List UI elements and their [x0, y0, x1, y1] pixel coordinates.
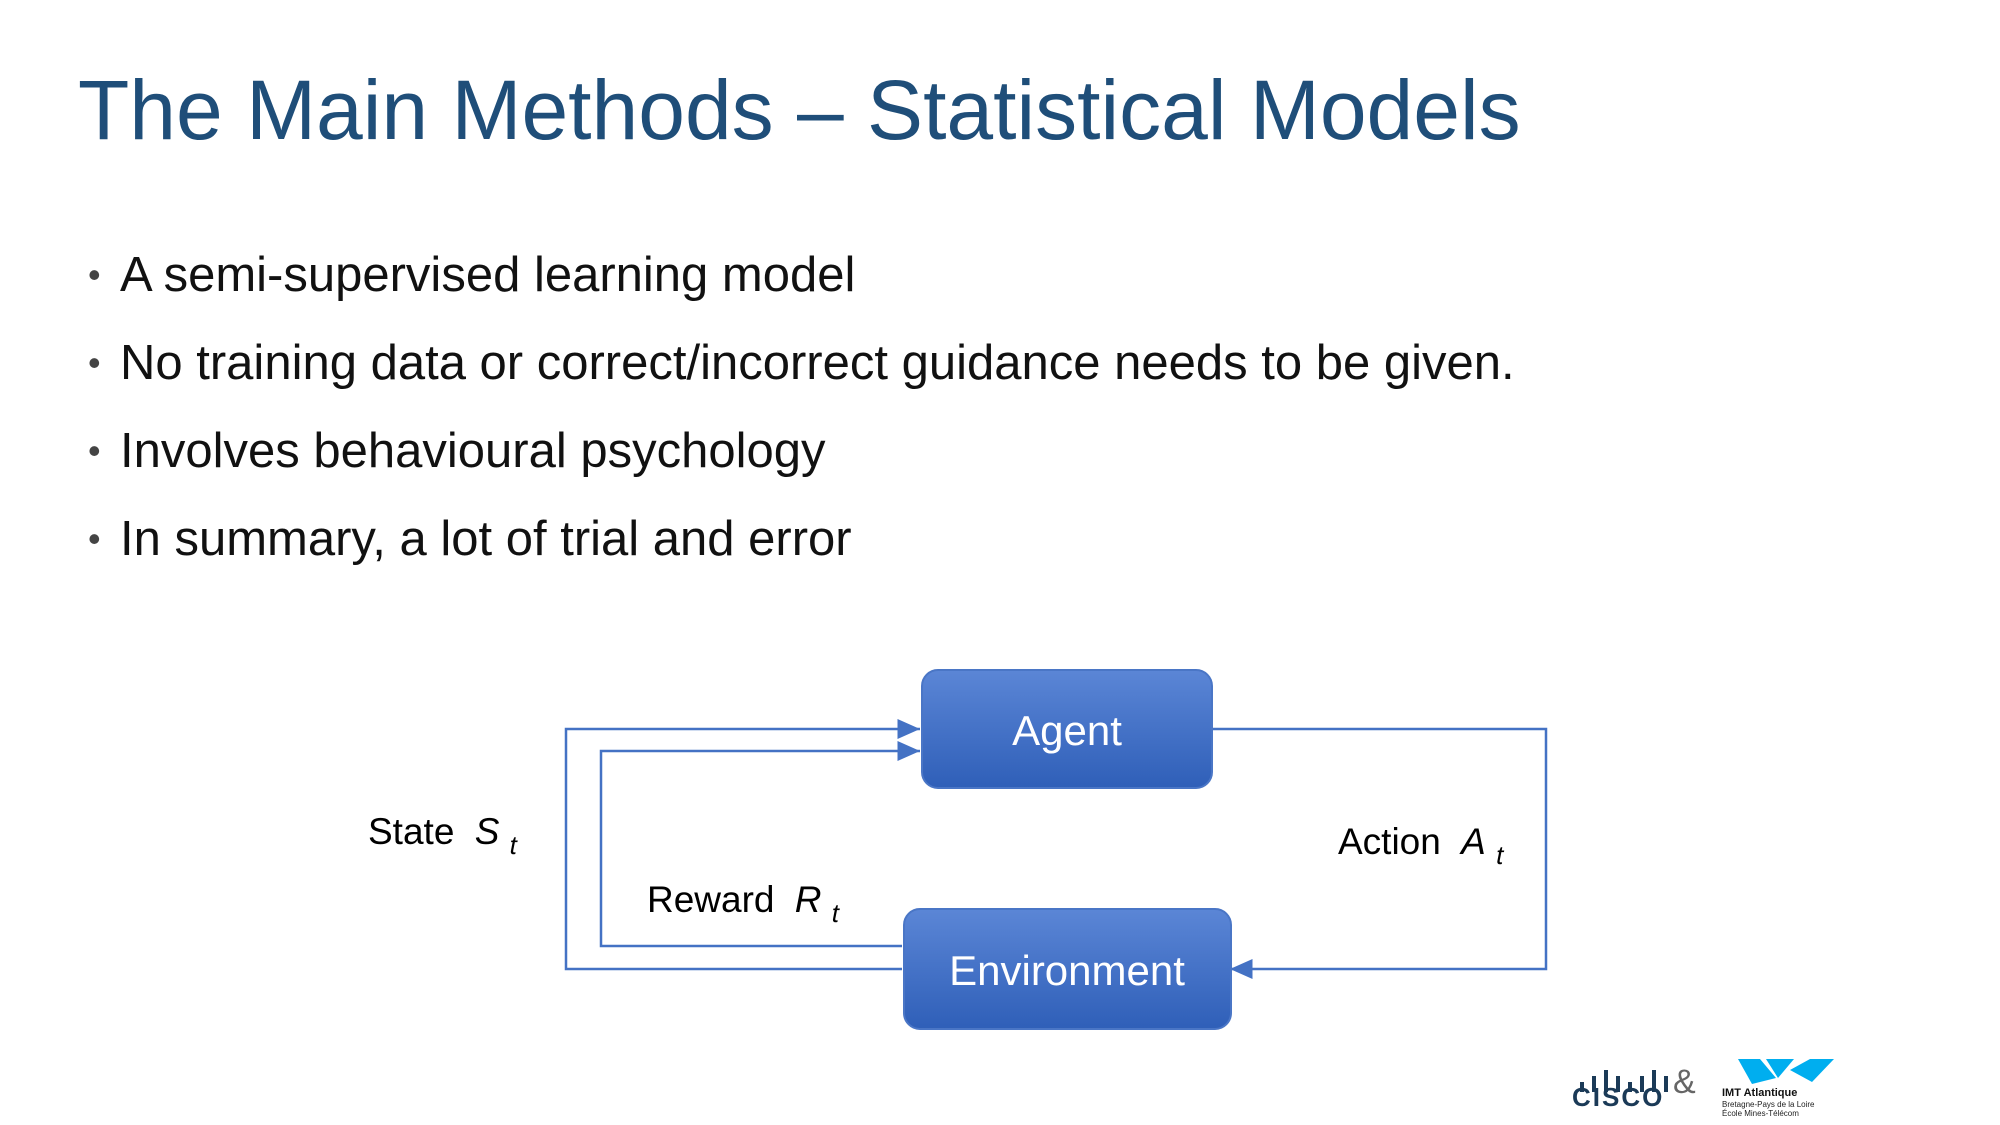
cisco-logo-text: CISCO	[1572, 1082, 1665, 1112]
state-arrow	[564, 719, 920, 971]
agent-label: Agent	[1012, 707, 1122, 754]
state-label-text: State	[368, 811, 454, 852]
reward-subscript: t	[832, 898, 841, 928]
imt-atlantique-logo-icon	[1738, 1059, 1834, 1084]
imt-atlantique-subtitle: Bretagne-Pays de la Loire École Mines-Té…	[1722, 1100, 1815, 1118]
state-variable: S	[475, 811, 500, 852]
reward-label-text: Reward	[647, 879, 775, 920]
action-label: Action A t	[1338, 821, 1505, 870]
environment-label: Environment	[949, 947, 1185, 994]
imt-subtitle-line2: École Mines-Télécom	[1722, 1109, 1799, 1118]
state-subscript: t	[510, 830, 519, 860]
reinforcement-loop-diagram: Agent Environment State S t Reward R t A…	[368, 669, 1834, 1092]
reward-label: Reward R t	[647, 879, 841, 928]
ampersand: &	[1673, 1063, 1696, 1101]
action-label-text: Action	[1338, 821, 1441, 862]
state-label: State S t	[368, 811, 519, 860]
imt-subtitle-line1: Bretagne-Pays de la Loire	[1722, 1100, 1815, 1109]
reward-variable: R	[795, 879, 822, 920]
action-subscript: t	[1496, 840, 1505, 870]
imt-atlantique-title: IMT Atlantique	[1722, 1087, 1798, 1099]
action-variable: A	[1459, 821, 1486, 862]
